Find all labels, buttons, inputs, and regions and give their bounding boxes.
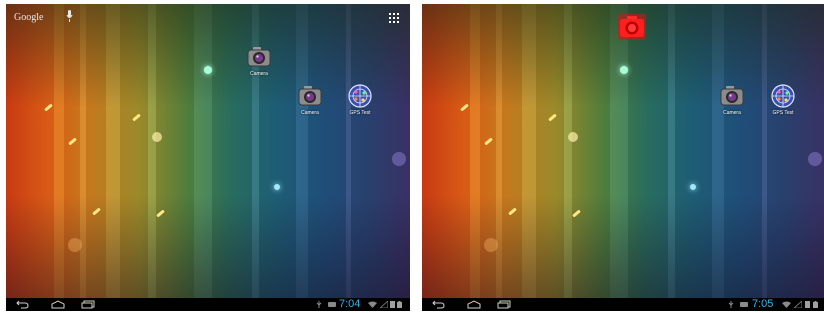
camera-icon	[720, 86, 744, 106]
home-icon[interactable]	[467, 300, 481, 309]
wallpaper	[6, 4, 410, 298]
clock: 7:04	[339, 298, 361, 310]
usb-icon	[316, 301, 322, 308]
recent-apps-icon[interactable]	[497, 300, 511, 309]
app-label: Camera	[723, 110, 741, 116]
camera-shortcut[interactable]: Camera	[290, 84, 330, 116]
home-screen-right: Camera GPS Test 7:05	[422, 4, 824, 311]
home-icon[interactable]	[51, 300, 65, 309]
back-icon[interactable]	[16, 300, 29, 309]
clock: 7:05	[752, 298, 774, 310]
gps-test-shortcut[interactable]: GPS Test	[340, 84, 380, 116]
battery-icon	[397, 301, 402, 308]
gps-radar-icon	[348, 84, 372, 108]
navigation-bar: 7:04	[6, 298, 410, 311]
notification-icon	[328, 302, 336, 307]
camera-shortcut[interactable]: Camera	[239, 45, 279, 77]
app-label: Camera	[250, 71, 268, 77]
camera-shortcut[interactable]: Camera	[712, 84, 752, 116]
signal-icon	[794, 301, 802, 308]
signal-icon	[380, 301, 388, 308]
wallpaper	[422, 4, 824, 298]
battery-icon	[813, 301, 818, 308]
sync-icon	[390, 301, 395, 308]
home-screen-left: Google Camera Camera GPS Test 7:04	[6, 4, 410, 311]
app-label: GPS Test	[349, 110, 371, 116]
camera-icon	[298, 86, 322, 106]
back-icon[interactable]	[432, 300, 445, 309]
notification-icon	[740, 302, 748, 307]
usb-icon	[728, 301, 734, 308]
gps-test-shortcut[interactable]: GPS Test	[763, 84, 803, 116]
app-label: Camera	[301, 110, 319, 116]
recent-apps-icon[interactable]	[81, 300, 95, 309]
wifi-icon	[782, 301, 791, 308]
all-apps-icon[interactable]	[389, 13, 399, 23]
mic-icon[interactable]	[66, 10, 73, 22]
sync-icon	[805, 301, 810, 308]
wifi-icon	[368, 301, 377, 308]
navigation-bar: 7:05	[422, 298, 824, 311]
gps-radar-icon	[771, 84, 795, 108]
app-label: GPS Test	[772, 110, 794, 116]
google-search-label[interactable]: Google	[14, 12, 43, 23]
camera-icon	[247, 47, 271, 67]
camera-drag-icon[interactable]	[618, 14, 646, 40]
